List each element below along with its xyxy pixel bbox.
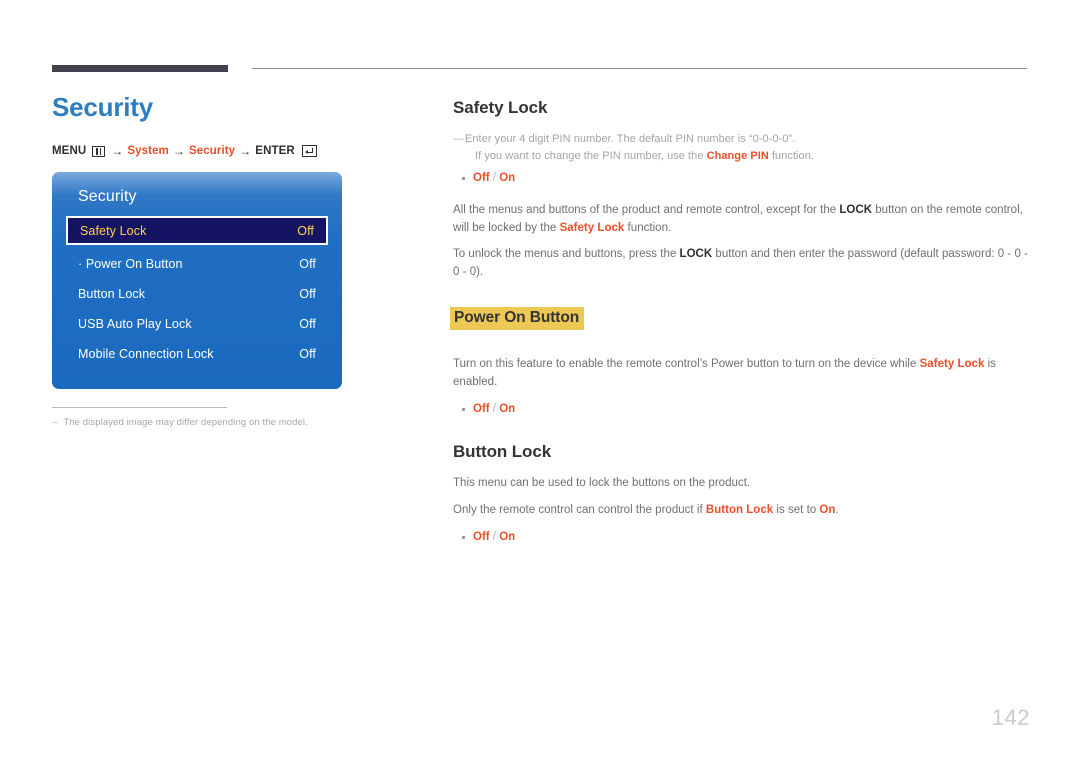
para-text-e: function. [624,221,672,234]
option-off: Off [473,172,490,184]
caption-text: The displayed image may differ depending… [63,417,308,428]
option-off: Off [473,403,490,415]
paragraph-safety-lock-1: All the menus and buttons of the product… [453,202,1028,237]
section-heading-power-on-button-wrap: Power On Button [450,307,1028,343]
note-line-1: Enter your 4 digit PIN number. The defau… [465,133,796,145]
right-column: Safety Lock — Enter your 4 digit PIN num… [450,98,1028,550]
paragraph-power-on-button: Turn on this feature to enable the remot… [453,356,1028,391]
note-dash-icon: — [453,133,465,145]
breadcrumb-arrow-1: → [111,144,124,158]
para-text-e: . [835,503,839,516]
osd-panel: Security Safety Lock Off · Power On Butt… [52,172,342,389]
options-button-lock: Off / On [453,528,1028,546]
osd-row-power-on-button[interactable]: · Power On Button Off [66,249,328,279]
figure-caption: – The displayed image may differ dependi… [52,417,412,428]
osd-row-value: Off [297,223,314,238]
option-on: On [499,403,516,415]
menu-grid-icon [92,145,106,157]
breadcrumb-item-security[interactable]: Security [189,145,235,157]
keyword-lock: LOCK [839,204,873,216]
keyword-button-lock: Button Lock [705,503,774,516]
option-on: On [499,172,516,184]
note-line-2-a: If you want to change the PIN number, us… [475,150,707,162]
para-text-a: Turn on this feature to enable the remot… [453,358,920,370]
section-heading-safety-lock: Safety Lock [453,98,548,117]
breadcrumb-menu-label: MENU [52,145,87,157]
para-text-a: All the menus and buttons of the product… [453,204,840,216]
osd-row-label: Button Lock [78,287,146,301]
left-column: Security MENU → System → Security → ENTE… [52,92,412,428]
option-separator: / [489,531,500,543]
paragraph-button-lock-2: Only the remote control can control the … [453,502,1028,520]
note-safety-lock-pin: — Enter your 4 digit PIN number. The def… [453,131,1028,165]
note-line-2: If you want to change the PIN number, us… [465,148,1028,165]
page-title: Security [52,92,154,122]
note-line-2-c: function. [768,150,814,162]
osd-row-label: USB Auto Play Lock [78,317,192,331]
osd-row-value: Off [299,257,316,271]
breadcrumb: MENU → System → Security → ENTER [52,144,412,158]
keyword-lock: LOCK [679,248,713,260]
paragraph-safety-lock-2: To unlock the menus and buttons, press t… [453,246,1028,281]
section-heading-button-lock: Button Lock [453,442,552,461]
breadcrumb-arrow-2: → [172,144,185,158]
osd-row-value: Off [299,287,316,301]
note-link-change-pin: Change PIN [706,150,769,162]
osd-row-label: Mobile Connection Lock [78,347,214,361]
osd-row-value: Off [299,347,316,361]
header-accent-bar [52,65,228,72]
osd-panel-title: Security [78,188,137,205]
para-text-c: is set to [773,503,820,516]
page-number: 142 [991,705,1030,730]
osd-row-label: Safety Lock [80,223,147,238]
para-text-a: To unlock the menus and buttons, press t… [453,248,680,260]
option-on: On [499,531,516,543]
caption-divider [52,407,227,408]
keyword-on: On [819,503,836,516]
caption-dash: – [52,417,58,428]
breadcrumb-enter-label: ENTER [255,145,295,157]
osd-row-button-lock[interactable]: Button Lock Off [66,279,328,309]
breadcrumb-arrow-3: → [239,144,252,158]
para-text-a: Only the remote control can control the … [453,503,706,516]
options-power-on-button: Off / On [453,400,1028,418]
keyword-safety-lock: Safety Lock [559,221,625,234]
option-separator: / [489,403,500,415]
option-separator: / [489,172,500,184]
header-rule-line [252,68,1027,69]
osd-row-usb-auto-play-lock[interactable]: USB Auto Play Lock Off [66,309,328,339]
enter-key-icon [301,145,317,157]
paragraph-button-lock-1: This menu can be used to lock the button… [453,477,751,489]
osd-row-mobile-connection-lock[interactable]: Mobile Connection Lock Off [66,339,328,369]
keyword-safety-lock: Safety Lock [919,358,985,370]
breadcrumb-item-system[interactable]: System [127,145,169,157]
osd-row-value: Off [299,317,316,331]
option-off: Off [473,531,490,543]
options-safety-lock: Off / On [453,169,1028,187]
section-heading-power-on-button: Power On Button [450,307,585,330]
osd-row-safety-lock[interactable]: Safety Lock Off [66,216,328,245]
osd-row-label: · Power On Button [78,257,183,271]
